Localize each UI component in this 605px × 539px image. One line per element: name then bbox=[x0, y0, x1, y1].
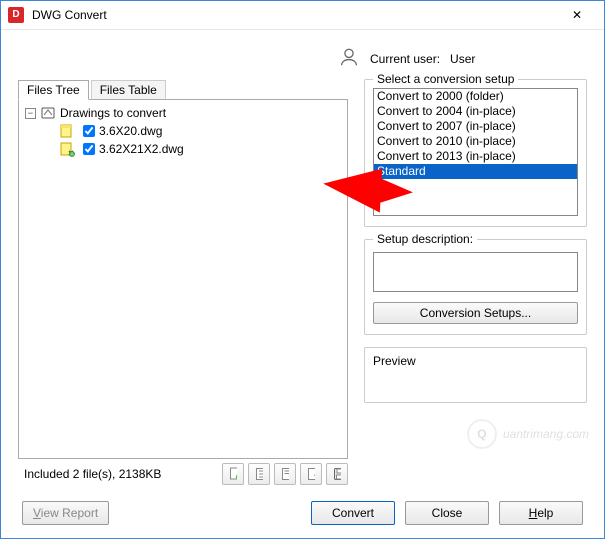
save-icon bbox=[333, 467, 341, 481]
convert-button[interactable]: Convert bbox=[311, 501, 395, 525]
conversion-setup-list[interactable]: Convert to 2000 (folder) Convert to 2004… bbox=[373, 88, 578, 216]
file-name: 3.62X21X2.dwg bbox=[99, 142, 184, 156]
file-checkbox[interactable] bbox=[83, 143, 95, 155]
tree-root[interactable]: − Drawings to convert bbox=[21, 104, 345, 122]
user-icon bbox=[338, 46, 360, 71]
conversion-setups-button[interactable]: Conversion Setups... bbox=[373, 302, 578, 324]
list-item[interactable]: Convert to 2013 (in-place) bbox=[374, 149, 577, 164]
close-icon: ✕ bbox=[572, 8, 582, 22]
preview-group: Preview bbox=[364, 347, 587, 403]
close-dialog-button[interactable]: Close bbox=[405, 501, 489, 525]
conversion-setup-group: Select a conversion setup Convert to 200… bbox=[364, 79, 587, 227]
current-user-label: Current user: bbox=[370, 52, 440, 66]
tree-file[interactable]: 3.6X20.dwg bbox=[21, 122, 345, 140]
right-pane: Select a conversion setup Convert to 200… bbox=[364, 79, 587, 485]
tree-file[interactable]: 3.62X21X2.dwg bbox=[21, 140, 345, 158]
open-report-button[interactable] bbox=[274, 463, 296, 485]
app-icon: D bbox=[8, 7, 24, 23]
page-plus-icon bbox=[229, 467, 237, 481]
file-name: 3.6X20.dwg bbox=[99, 124, 162, 138]
close-button[interactable]: ✕ bbox=[557, 1, 597, 29]
refresh-list-button[interactable] bbox=[300, 463, 322, 485]
dwg-file-icon bbox=[59, 141, 75, 157]
current-user-row: Current user: User bbox=[338, 46, 587, 71]
preview-legend: Preview bbox=[373, 354, 416, 368]
current-user-name: User bbox=[450, 52, 475, 66]
tab-files-table[interactable]: Files Table bbox=[91, 80, 166, 100]
dialog-body: Current user: User Files Tree Files Tabl… bbox=[0, 30, 605, 495]
list-item[interactable]: Convert to 2010 (in-place) bbox=[374, 134, 577, 149]
list-item[interactable]: Convert to 2004 (in-place) bbox=[374, 104, 577, 119]
view-report-label-rest: iew Report bbox=[41, 506, 98, 520]
drawings-icon bbox=[40, 105, 56, 121]
file-tree[interactable]: − Drawings to convert 3.6X20.dwg bbox=[18, 99, 348, 459]
collapse-icon[interactable]: − bbox=[25, 108, 36, 119]
list-item[interactable]: Convert to 2007 (in-place) bbox=[374, 119, 577, 134]
dwg-file-icon bbox=[59, 123, 75, 139]
setup-description-legend: Setup description: bbox=[373, 232, 477, 246]
left-pane: Files Tree Files Table − Drawings to con… bbox=[18, 79, 348, 485]
list-item[interactable]: Convert to 2000 (folder) bbox=[374, 89, 577, 104]
tabs: Files Tree Files Table bbox=[18, 80, 348, 100]
title-bar: D DWG Convert ✕ bbox=[0, 0, 605, 30]
status-text: Included 2 file(s), 2138KB bbox=[18, 467, 218, 481]
tab-files-tree[interactable]: Files Tree bbox=[18, 80, 89, 100]
list-item[interactable]: Standard bbox=[374, 164, 577, 179]
help-label-rest: elp bbox=[537, 506, 553, 520]
report-button[interactable] bbox=[248, 463, 270, 485]
save-button[interactable] bbox=[326, 463, 348, 485]
help-button[interactable]: Help bbox=[499, 501, 583, 525]
list-icon bbox=[255, 467, 263, 481]
add-file-button[interactable] bbox=[222, 463, 244, 485]
status-row: Included 2 file(s), 2138KB bbox=[18, 463, 348, 485]
setup-description-group: Setup description: Conversion Setups... bbox=[364, 239, 587, 335]
bottom-button-row: View Report Convert Close Help bbox=[0, 501, 605, 525]
conversion-setup-legend: Select a conversion setup bbox=[373, 72, 518, 86]
tree-root-label: Drawings to convert bbox=[60, 106, 166, 120]
list-arrow-icon bbox=[281, 467, 289, 481]
file-checkbox[interactable] bbox=[83, 125, 95, 137]
list-refresh-icon bbox=[307, 467, 315, 481]
window-title: DWG Convert bbox=[32, 8, 557, 22]
setup-description-box bbox=[373, 252, 578, 292]
view-report-button[interactable]: View Report bbox=[22, 501, 109, 525]
